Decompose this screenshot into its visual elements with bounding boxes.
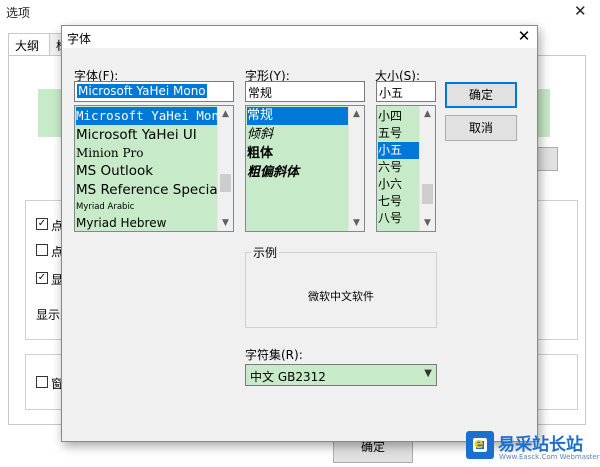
style-list-item-regular[interactable]: 常规 xyxy=(247,107,348,125)
scroll-up-icon[interactable]: ▲ xyxy=(218,106,233,122)
site-logo-icon: e xyxy=(466,431,494,459)
close-icon[interactable]: ✕ xyxy=(515,27,533,45)
size-list-item[interactable]: 小六 xyxy=(378,176,419,193)
options-checkbox-1[interactable]: ✓ xyxy=(36,218,48,230)
style-list-item-bold-italic[interactable]: 粗偏斜体 xyxy=(247,164,348,182)
charset-select[interactable]: 中文 GB2312 ▼ xyxy=(245,364,437,386)
options-checkbox-2[interactable] xyxy=(36,244,48,256)
chevron-down-icon[interactable]: ▼ xyxy=(424,368,432,379)
font-list-item-myriad-arabic[interactable]: Myriad Arabic xyxy=(76,200,217,214)
font-list-scrollbar[interactable]: ▲ ▼ xyxy=(217,106,233,231)
size-list-scroll-thumb[interactable] xyxy=(422,184,433,204)
font-dialog-titlebar: 字体 ✕ xyxy=(62,26,537,48)
font-list-item-yahei-mono[interactable]: Microsoft YaHei Mono xyxy=(76,107,217,125)
font-list-item-ms-reference[interactable]: MS Reference Specialty xyxy=(76,181,217,200)
font-name-list[interactable]: Microsoft YaHei Mono Microsoft YaHei UI … xyxy=(74,105,234,232)
scroll-down-icon[interactable]: ▼ xyxy=(420,215,435,231)
ok-button[interactable]: 确定 xyxy=(445,82,517,108)
size-list-item[interactable]: 小四 xyxy=(378,108,419,125)
size-list-item[interactable]: 七号 xyxy=(378,193,419,210)
options-window-title: 选项 xyxy=(6,6,31,20)
options-hidden-button[interactable] xyxy=(536,147,558,171)
font-name-input-text: Microsoft YaHei Mono xyxy=(77,84,207,98)
watermark: e 易采站长站 Www.Easck.Com Webmaster xyxy=(466,428,600,467)
options-close-icon[interactable]: ✕ xyxy=(574,2,587,20)
style-list-scrollbar[interactable]: ▲ ▼ xyxy=(348,106,364,231)
size-list-item-selected[interactable]: 小五 xyxy=(378,142,419,159)
charset-select-value: 中文 GB2312 xyxy=(250,370,326,384)
size-list-item[interactable]: 六号 xyxy=(378,159,419,176)
font-list-item-ms-outlook[interactable]: MS Outlook xyxy=(76,162,217,181)
font-style-input[interactable]: 常规 xyxy=(245,81,365,102)
scroll-down-icon[interactable]: ▼ xyxy=(349,215,364,231)
watermark-en-text: Www.Easck.Com Webmaster xyxy=(499,453,600,461)
sample-text: 微软中文软件 xyxy=(308,290,374,303)
font-size-input[interactable]: 小五 xyxy=(376,81,436,102)
options-checkbox-3[interactable]: ✓ xyxy=(36,272,48,284)
font-style-list[interactable]: 常规 倾斜 粗体 粗偏斜体 ▲ ▼ xyxy=(245,105,365,232)
options-window-checkbox[interactable] xyxy=(36,376,48,388)
charset-label: 字符集(R): xyxy=(245,348,303,362)
font-list-item-minion-pro[interactable]: Minion Pro xyxy=(76,145,217,161)
watermark-cn-text: 易采站长站 xyxy=(498,435,583,455)
scroll-down-icon[interactable]: ▼ xyxy=(218,215,233,231)
font-name-input[interactable]: Microsoft YaHei Mono xyxy=(74,81,234,102)
font-list-scroll-thumb[interactable] xyxy=(220,174,231,192)
style-list-item-bold[interactable]: 粗体 xyxy=(247,145,348,163)
font-size-list[interactable]: 小四 五号 小五 六号 小六 七号 八号 ▲ ▼ xyxy=(376,105,436,232)
size-list-item[interactable]: 八号 xyxy=(378,210,419,227)
size-list-scrollbar[interactable]: ▲ ▼ xyxy=(419,106,435,231)
options-preview-area-right xyxy=(536,89,550,137)
size-list-item[interactable]: 五号 xyxy=(378,125,419,142)
sample-box: 微软中文软件 xyxy=(245,252,437,328)
cancel-button[interactable]: 取消 xyxy=(445,115,517,141)
font-list-item-yahei-ui[interactable]: Microsoft YaHei UI xyxy=(76,126,217,145)
sample-label: 示例 xyxy=(251,244,280,261)
scroll-up-icon[interactable]: ▲ xyxy=(349,106,364,122)
style-list-item-italic[interactable]: 倾斜 xyxy=(247,126,348,144)
scroll-up-icon[interactable]: ▲ xyxy=(420,106,435,122)
font-dialog: 字体 ✕ 字体(F): Microsoft YaHei Mono Microso… xyxy=(61,25,538,442)
font-list-item-myriad-hebrew[interactable]: Myriad Hebrew xyxy=(76,214,217,231)
tab-outline[interactable]: 大纲 xyxy=(8,33,50,56)
font-dialog-title: 字体 xyxy=(67,32,92,46)
